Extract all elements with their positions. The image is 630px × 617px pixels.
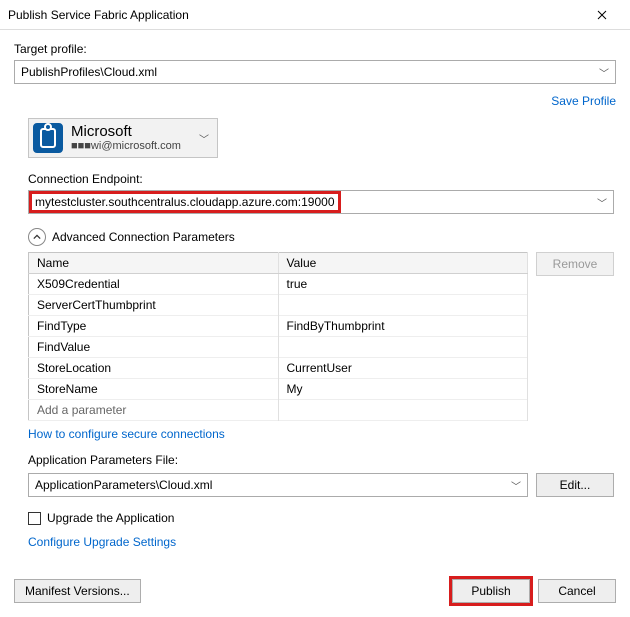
window-title: Publish Service Fabric Application: [8, 8, 582, 22]
table-row[interactable]: Add a parameter: [29, 400, 528, 421]
advanced-params-title: Advanced Connection Parameters: [52, 230, 235, 244]
table-row[interactable]: StoreLocationCurrentUser: [29, 358, 528, 379]
chevron-up-icon: [28, 228, 46, 246]
save-profile-link[interactable]: Save Profile: [551, 94, 616, 108]
target-profile-value: PublishProfiles\Cloud.xml: [21, 65, 157, 79]
account-name: Microsoft: [71, 123, 181, 140]
configure-upgrade-link[interactable]: Configure Upgrade Settings: [28, 535, 176, 549]
target-profile-label: Target profile:: [14, 42, 616, 56]
remove-button: Remove: [536, 252, 614, 276]
app-params-label: Application Parameters File:: [28, 453, 614, 467]
table-row[interactable]: X509Credentialtrue: [29, 274, 528, 295]
table-row[interactable]: StoreNameMy: [29, 379, 528, 400]
advanced-params-table: Name Value X509Credentialtrue ServerCert…: [28, 252, 528, 421]
account-email: ■■■wi@microsoft.com: [71, 140, 181, 153]
chevron-down-icon: ﹀: [511, 478, 521, 493]
edit-button[interactable]: Edit...: [536, 473, 614, 497]
account-badge-icon: [33, 123, 63, 153]
upgrade-checkbox[interactable]: Upgrade the Application: [28, 511, 614, 525]
connection-endpoint-combo[interactable]: mytestcluster.southcentralus.cloudapp.az…: [28, 190, 614, 214]
chevron-down-icon: ﹀: [599, 65, 609, 80]
checkbox-icon: [28, 512, 41, 525]
account-picker[interactable]: Microsoft ■■■wi@microsoft.com ﹀: [28, 118, 218, 158]
connection-endpoint-value: mytestcluster.southcentralus.cloudapp.az…: [31, 193, 339, 211]
col-value[interactable]: Value: [278, 253, 528, 274]
app-params-dropdown[interactable]: ApplicationParameters\Cloud.xml ﹀: [28, 473, 528, 497]
table-row[interactable]: ServerCertThumbprint: [29, 295, 528, 316]
table-row[interactable]: FindTypeFindByThumbprint: [29, 316, 528, 337]
close-button[interactable]: [582, 2, 622, 28]
app-params-value: ApplicationParameters\Cloud.xml: [35, 478, 212, 492]
table-header-row: Name Value: [29, 253, 528, 274]
secure-connections-help-link[interactable]: How to configure secure connections: [28, 427, 225, 441]
table-row[interactable]: FindValue: [29, 337, 528, 358]
upgrade-checkbox-label: Upgrade the Application: [47, 511, 174, 525]
title-bar: Publish Service Fabric Application: [0, 0, 630, 30]
advanced-params-toggle[interactable]: Advanced Connection Parameters: [28, 228, 614, 246]
chevron-down-icon: ﹀: [597, 195, 607, 210]
target-profile-dropdown[interactable]: PublishProfiles\Cloud.xml ﹀: [14, 60, 616, 84]
chevron-down-icon: ﹀: [199, 131, 209, 146]
close-icon: [597, 10, 607, 20]
connection-endpoint-label: Connection Endpoint:: [28, 172, 614, 186]
col-name[interactable]: Name: [29, 253, 279, 274]
